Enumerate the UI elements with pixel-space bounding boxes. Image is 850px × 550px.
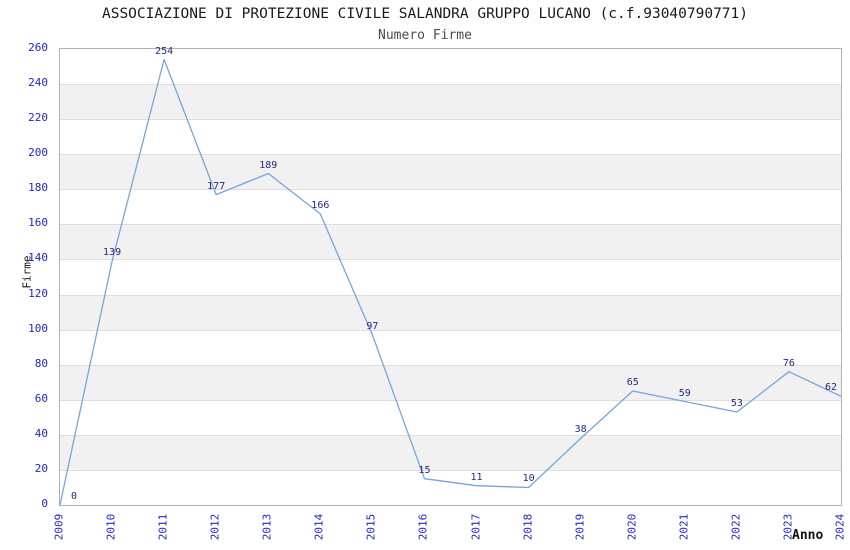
x-tick-label: 2017: [469, 513, 483, 541]
x-tick-label: 2014: [312, 513, 326, 541]
data-label: 166: [311, 199, 330, 211]
data-label: 38: [574, 424, 587, 436]
x-tick-label: 2020: [625, 513, 639, 541]
x-tick-label: 2018: [521, 513, 535, 541]
y-tick-label: 120: [28, 286, 48, 300]
data-label: 10: [522, 473, 535, 485]
data-label: 11: [470, 471, 483, 483]
data-label: 254: [155, 45, 174, 57]
chart-subtitle: Numero Firme: [378, 28, 472, 43]
y-tick-label: 140: [28, 251, 48, 265]
y-tick-label: 60: [34, 391, 48, 405]
x-tick-label: 2009: [52, 513, 66, 541]
data-label: 177: [207, 180, 226, 192]
x-tick-label: 2024: [833, 513, 847, 541]
data-label: 189: [259, 159, 278, 171]
x-tick-label: 2015: [364, 513, 378, 541]
plot-area: 0 139 254 177 189 166 97 15 11 10 38 65 59 53 76 62: [59, 45, 842, 506]
x-tick-label: 2019: [573, 513, 587, 541]
data-label: 65: [626, 377, 639, 388]
y-tick-label: 100: [28, 321, 48, 335]
x-tick-label: 2012: [208, 513, 222, 541]
data-label: 139: [103, 247, 122, 259]
y-tick-label: 80: [34, 356, 48, 370]
chart-title: ASSOCIAZIONE DI PROTEZIONE CIVILE SALAND…: [101, 6, 748, 22]
x-tick-label: 2016: [416, 513, 430, 541]
x-tick-label: 2013: [260, 513, 274, 541]
y-tick-label: 200: [28, 146, 48, 160]
x-tick-label: 2021: [677, 513, 691, 541]
y-tick-label: 0: [41, 497, 48, 510]
y-tick-label: 260: [28, 41, 48, 54]
line-series: [60, 58, 841, 505]
x-axis-title: Anno: [792, 528, 824, 543]
x-tick-label: 2011: [156, 513, 170, 541]
y-tick-label: 20: [34, 461, 48, 475]
data-label: 97: [366, 320, 379, 332]
data-label: 76: [782, 357, 795, 369]
data-label: 53: [730, 398, 743, 410]
data-label: 0: [70, 491, 78, 502]
data-label: 59: [678, 387, 691, 399]
data-label: 15: [418, 464, 431, 476]
x-tick-label: 2010: [104, 513, 118, 541]
x-tick-label: 2022: [729, 513, 743, 541]
y-tick-label: 220: [28, 111, 48, 125]
y-tick-label: 160: [28, 216, 48, 230]
y-tick-label: 240: [28, 76, 48, 90]
data-label: 62: [824, 382, 838, 394]
y-tick-label: 180: [28, 181, 48, 195]
y-tick-label: 40: [34, 426, 48, 440]
x-tick-label: 2023: [781, 513, 795, 541]
